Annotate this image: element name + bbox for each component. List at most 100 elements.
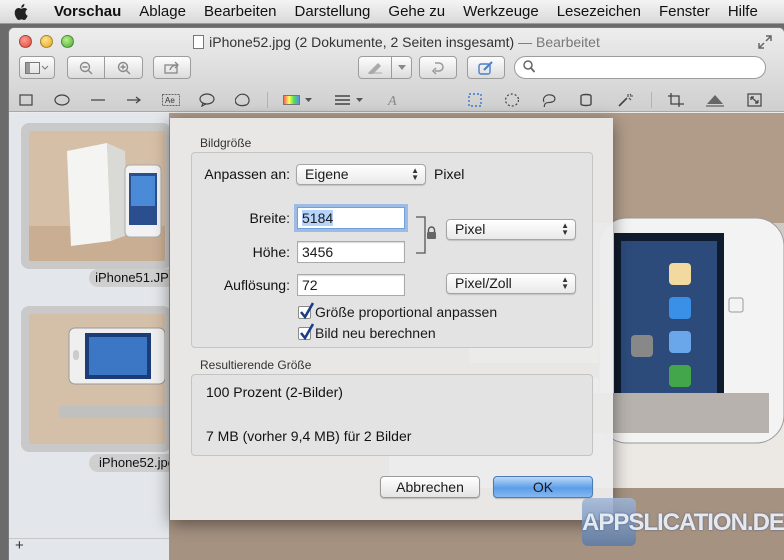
popup-arrows-icon: ▲ ▼ [561, 275, 569, 291]
rotate-icon [431, 61, 444, 75]
menu-fenster[interactable]: Fenster [645, 3, 710, 20]
fit-unit-label: Pixel [434, 166, 465, 182]
line-style-icon[interactable] [332, 90, 366, 110]
elliptical-selection-icon[interactable] [500, 90, 524, 110]
adjust-size-icon[interactable] [743, 90, 767, 110]
menu-werkzeuge[interactable]: Werkzeuge [449, 3, 539, 20]
svg-text:A: A [387, 94, 397, 107]
sidebar-toggle-button[interactable] [19, 56, 55, 79]
window-title-text: iPhone52.jpg (2 Dokumente, 2 Seiten insg… [209, 34, 515, 50]
menu-gehe-zu[interactable]: Gehe zu [374, 3, 445, 20]
height-value: 3456 [302, 244, 334, 260]
menu-ablage[interactable]: Ablage [125, 3, 186, 20]
size-unit-value: Pixel [455, 221, 486, 237]
image-size-section-title: Bildgröße [200, 136, 252, 150]
crop-icon[interactable] [664, 90, 688, 110]
annotation-toolbar: Ae A [9, 88, 784, 112]
resolution-unit-value: Pixel/Zoll [455, 275, 512, 291]
fit-into-popup[interactable]: Eigene ▲ ▼ [296, 164, 426, 185]
fit-into-value: Eigene [305, 166, 349, 182]
resample-checkbox[interactable]: Bild neu berechnen [298, 322, 436, 341]
window-title: iPhone52.jpg (2 Dokumente, 2 Seiten insg… [9, 34, 784, 50]
zoom-out-button[interactable] [67, 56, 105, 79]
resolution-field[interactable]: 72 [297, 274, 405, 296]
annotate-button[interactable] [358, 56, 392, 79]
height-label: Höhe: [252, 244, 290, 260]
menu-darstellung[interactable]: Darstellung [281, 3, 371, 20]
resolution-unit-popup[interactable]: Pixel/Zoll ▲ ▼ [446, 273, 576, 294]
resolution-label: Auflösung: [223, 277, 290, 293]
thumbnail-iphone52[interactable] [21, 306, 171, 452]
edit-toolbar-button[interactable] [467, 56, 505, 79]
color-picker-icon[interactable] [281, 90, 315, 110]
thumbnail-iphone51[interactable] [21, 123, 171, 269]
adjust-size-dialog: Bildgröße Anpassen an: Eigene ▲ ▼ Pixel B… [170, 118, 613, 520]
apple-menu-icon[interactable] [0, 3, 44, 21]
arrow-tool-icon[interactable] [122, 90, 146, 110]
edited-status[interactable]: — Bearbeitet [518, 34, 600, 50]
size-unit-popup[interactable]: Pixel ▲ ▼ [446, 219, 576, 240]
result-percent: 100 Prozent (2-Bilder) [206, 384, 343, 400]
scale-proportionally-checkbox[interactable]: Größe proportional anpassen [298, 301, 498, 320]
svg-text:Ae: Ae [165, 96, 175, 105]
fit-into-label: Anpassen an: [204, 166, 290, 182]
toolbar-divider [267, 92, 268, 108]
search-input[interactable] [514, 56, 766, 79]
rectangle-tool-icon[interactable] [14, 90, 38, 110]
menu-hilfe[interactable]: Hilfe [714, 3, 758, 20]
thumbnail-sidebar: iPhone51.JPG iPhone52.jpg + [9, 113, 185, 560]
lock-icon[interactable] [426, 226, 437, 242]
thumbnail-image [29, 314, 165, 444]
chevron-down-icon [397, 64, 406, 70]
popup-arrows-icon: ▲ ▼ [411, 166, 419, 182]
checkbox-checked-icon [298, 322, 314, 340]
menu-bar: Vorschau Ablage Bearbeiten Darstellung G… [0, 0, 784, 24]
fullscreen-icon[interactable] [758, 35, 772, 49]
height-field[interactable]: 3456 [297, 241, 405, 263]
resample-label: Bild neu berechnen [315, 325, 436, 341]
menu-lesezeichen[interactable]: Lesezeichen [543, 3, 641, 20]
watermark-text: APPSLICATION.DE [582, 509, 784, 536]
adjust-color-icon[interactable] [703, 90, 727, 110]
zoom-in-button[interactable] [105, 56, 143, 79]
resolution-value: 72 [302, 277, 318, 293]
checkbox-checked-icon [298, 301, 314, 319]
cancel-button[interactable]: Abbrechen [380, 476, 480, 498]
result-size-section-title: Resultierende Größe [200, 358, 312, 372]
zoom-out-icon [79, 61, 93, 74]
search-icon [523, 60, 536, 76]
toolbar [9, 56, 784, 82]
speech-bubble-tool-icon[interactable] [195, 90, 219, 110]
text-tool-icon[interactable]: Ae [159, 90, 183, 110]
instant-alpha-icon[interactable] [613, 90, 637, 110]
line-tool-icon[interactable] [86, 90, 110, 110]
menu-bearbeiten[interactable]: Bearbeiten [190, 3, 277, 20]
width-label: Breite: [249, 210, 290, 226]
shape-tool-icon[interactable] [231, 90, 255, 110]
scale-proportionally-label: Größe proportional anpassen [315, 304, 498, 320]
result-file-size: 7 MB (vorher 9,4 MB) für 2 Bilder [206, 428, 412, 444]
width-field[interactable]: 5184 [297, 207, 405, 229]
font-icon[interactable]: A [381, 90, 405, 110]
annotate-menu-button[interactable] [392, 56, 412, 79]
document-icon[interactable] [193, 35, 205, 49]
share-button[interactable] [153, 56, 191, 79]
toolbar-divider [651, 92, 652, 108]
menu-app[interactable]: Vorschau [44, 3, 121, 20]
add-icon[interactable]: + [15, 537, 24, 554]
title-bar: iPhone52.jpg (2 Dokumente, 2 Seiten insg… [9, 28, 784, 112]
rotate-button[interactable] [419, 56, 457, 79]
watermark-logo: APPSLICATION.DE [582, 496, 784, 551]
zoom-in-icon [117, 61, 130, 74]
rectangular-selection-icon[interactable] [463, 90, 487, 110]
smart-lasso-icon[interactable] [574, 90, 598, 110]
oval-tool-icon[interactable] [50, 90, 74, 110]
thumbnail-image [29, 131, 165, 261]
ok-button[interactable]: OK [493, 476, 593, 498]
edit-toolbar-icon [478, 60, 493, 75]
pen-icon [368, 62, 382, 74]
sidebar-footer: + [9, 537, 169, 560]
lasso-selection-icon[interactable] [537, 90, 561, 110]
width-value: 5184 [302, 210, 334, 226]
popup-arrows-icon: ▲ ▼ [561, 221, 569, 237]
